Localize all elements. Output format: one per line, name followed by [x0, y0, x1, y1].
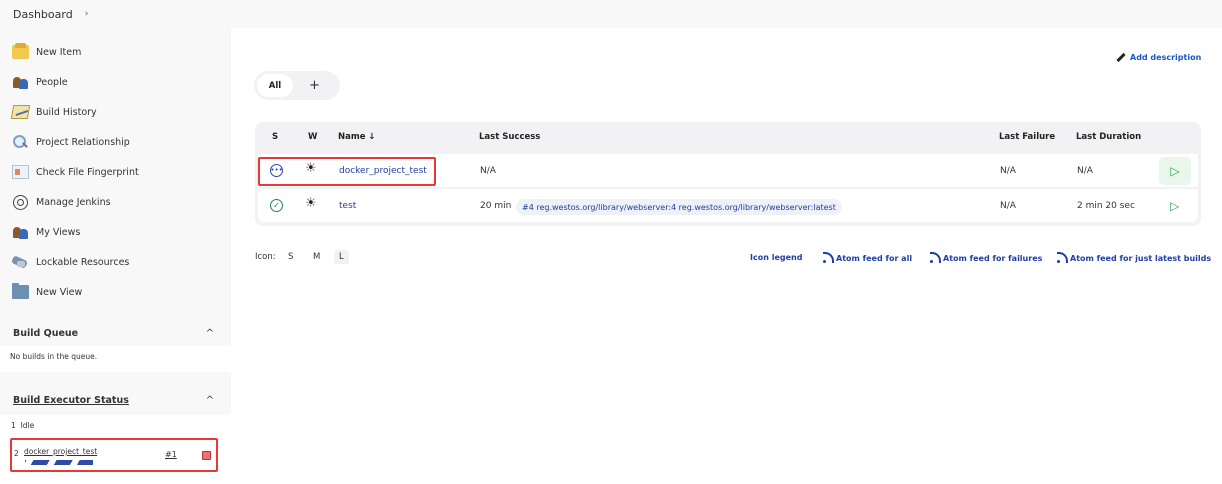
- executor-row-2: 2 docker_project_test #1: [10, 438, 218, 472]
- last-success: N/A: [480, 166, 496, 176]
- stop-icon[interactable]: [202, 451, 211, 460]
- header-last-success[interactable]: Last Success: [479, 132, 540, 142]
- executor-job-link[interactable]: docker_project_test: [24, 447, 97, 456]
- schedule-build-button[interactable]: ▷: [1159, 157, 1191, 185]
- sidebar-item-label: Check File Fingerprint: [36, 166, 139, 178]
- executor-status-title[interactable]: Build Executor Status: [13, 395, 129, 406]
- breadcrumb-chevron-icon[interactable]: ›: [85, 9, 89, 19]
- header-name[interactable]: Name ↓: [338, 132, 376, 142]
- feed-all-label: Atom feed for all: [836, 253, 913, 263]
- feed-latest-label: Atom feed for just latest builds: [1070, 253, 1212, 263]
- sidebar-item-label: Lockable Resources: [36, 256, 130, 268]
- last-failure: N/A: [1000, 166, 1016, 176]
- feed-latest-link[interactable]: Atom feed for just latest builds: [1057, 252, 1212, 263]
- play-icon: ▷: [1170, 199, 1180, 213]
- sunny-icon: ☀: [305, 196, 317, 211]
- build-queue-body: No builds in the queue.: [0, 346, 231, 372]
- header-weather[interactable]: W: [308, 132, 317, 142]
- executor-build-link[interactable]: #1: [165, 450, 177, 459]
- icon-legend-link[interactable]: Icon legend: [750, 253, 802, 262]
- sidebar: New Item People Build History Project Re…: [0, 28, 231, 484]
- sidebar-item-project-relationship[interactable]: Project Relationship: [12, 132, 130, 152]
- success-status-icon: ✓: [270, 199, 283, 212]
- search-icon: [12, 135, 29, 149]
- build-history-icon: [10, 105, 31, 119]
- fingerprint-icon: [12, 165, 29, 179]
- sidebar-item-label: Manage Jenkins: [36, 196, 111, 208]
- rss-icon: [930, 252, 941, 263]
- add-view-button[interactable]: +: [309, 78, 320, 93]
- sidebar-item-label: New Item: [36, 46, 82, 58]
- sidebar-item-check-file-fingerprint[interactable]: Check File Fingerprint: [12, 162, 139, 182]
- executor-status-header: Build Executor Status ^: [0, 387, 231, 413]
- build-badge[interactable]: #4 reg.westos.org/library/webserver:4 re…: [516, 199, 842, 215]
- icon-size-label: Icon:: [255, 252, 276, 262]
- sidebar-item-label: People: [36, 76, 68, 88]
- folder-icon: [12, 283, 29, 299]
- sidebar-item-my-views[interactable]: My Views: [12, 222, 80, 242]
- sidebar-item-new-view[interactable]: New View: [12, 282, 82, 302]
- tab-all[interactable]: All: [257, 74, 293, 97]
- feed-failures-link[interactable]: Atom feed for failures: [930, 252, 1043, 263]
- sidebar-item-label: Project Relationship: [36, 136, 130, 148]
- sidebar-item-label: Build History: [36, 106, 97, 118]
- job-link[interactable]: test: [339, 201, 356, 211]
- icon-size-s[interactable]: S: [288, 252, 293, 262]
- sidebar-item-lockable-resources[interactable]: Lockable Resources: [12, 252, 129, 272]
- icon-legend-label: Icon legend: [750, 253, 803, 262]
- executor-number: 2: [14, 449, 19, 458]
- sidebar-item-people[interactable]: People: [12, 72, 68, 92]
- header-last-failure[interactable]: Last Failure: [999, 132, 1055, 142]
- progress-bar: [25, 460, 93, 465]
- build-queue-header: Build Queue ^: [0, 320, 231, 346]
- last-success: 20 min: [480, 201, 512, 211]
- add-description-link[interactable]: Add description: [1116, 52, 1202, 63]
- header-status[interactable]: S: [272, 132, 278, 142]
- view-tabs: All +: [254, 71, 340, 100]
- new-item-icon: [12, 43, 29, 59]
- icon-size-m[interactable]: M: [313, 252, 320, 262]
- feed-failures-label: Atom feed for failures: [943, 253, 1043, 263]
- rss-icon: [1057, 252, 1068, 263]
- breadcrumb-bar: Dashboard ›: [0, 0, 1222, 28]
- sidebar-item-manage-jenkins[interactable]: Manage Jenkins: [12, 192, 111, 212]
- play-icon: ▷: [1170, 164, 1180, 178]
- sidebar-item-label: My Views: [36, 226, 81, 238]
- feed-all-link[interactable]: Atom feed for all: [823, 252, 913, 263]
- collapse-icon[interactable]: ^: [206, 395, 214, 406]
- last-duration: 2 min 20 sec: [1077, 201, 1135, 211]
- executor-row-1: 1 Idle: [11, 421, 35, 430]
- pencil-icon: [1116, 52, 1126, 63]
- sidebar-item-build-history[interactable]: Build History: [10, 102, 97, 122]
- people-icon: [12, 75, 29, 89]
- lock-icon: [12, 255, 29, 269]
- last-failure: N/A: [1000, 201, 1016, 211]
- sidebar-item-new-item[interactable]: New Item: [12, 42, 81, 62]
- rss-icon: [823, 252, 834, 263]
- highlight-box: [258, 157, 436, 186]
- people-icon: [12, 225, 29, 239]
- build-queue-title: Build Queue: [13, 327, 79, 339]
- icon-size-l[interactable]: L: [334, 250, 349, 264]
- schedule-build-button[interactable]: ▷: [1170, 199, 1179, 213]
- breadcrumb-dashboard[interactable]: Dashboard: [13, 8, 73, 21]
- collapse-icon[interactable]: ^: [206, 328, 214, 339]
- sidebar-item-label: New View: [36, 286, 83, 298]
- build-queue-empty: No builds in the queue.: [10, 352, 98, 361]
- last-duration: N/A: [1077, 166, 1093, 176]
- gear-icon: [12, 195, 29, 210]
- add-description-label: Add description: [1130, 53, 1202, 62]
- header-last-duration[interactable]: Last Duration: [1076, 132, 1141, 142]
